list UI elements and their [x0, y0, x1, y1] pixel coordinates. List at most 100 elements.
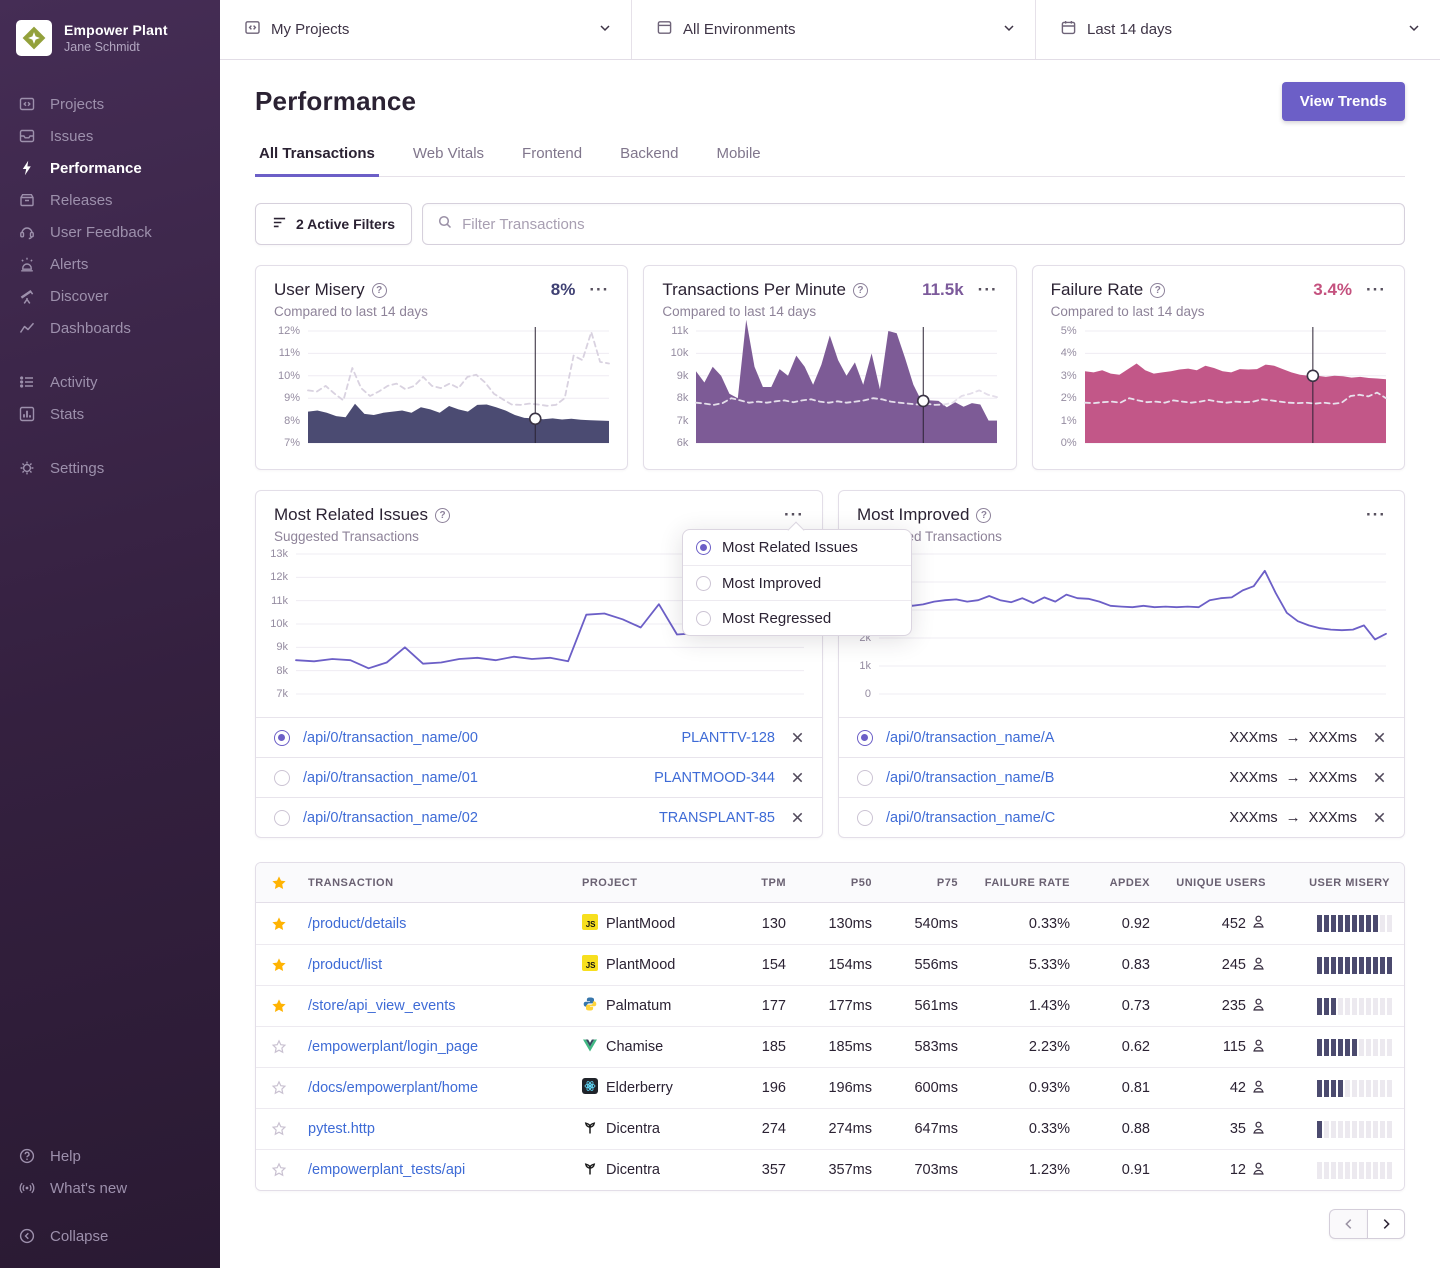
column-header[interactable]: PROJECT: [576, 877, 726, 889]
sidebar-item-stats[interactable]: Stats: [0, 398, 220, 430]
star-column-header[interactable]: [256, 875, 302, 891]
date-range-selector[interactable]: Last 14 days: [1036, 0, 1440, 59]
tab-backend[interactable]: Backend: [616, 137, 682, 177]
transaction-link[interactable]: /store/api_view_events: [308, 998, 456, 1014]
transaction-link[interactable]: /empowerplant_tests/api: [308, 1162, 465, 1178]
transaction-link[interactable]: pytest.http: [308, 1121, 375, 1137]
transaction-link[interactable]: /docs/empowerplant/home: [308, 1080, 478, 1096]
column-header[interactable]: UNIQUE USERS: [1156, 877, 1272, 889]
sidebar-item-label: Dashboards: [50, 320, 131, 337]
transaction-link[interactable]: /api/0/transaction_name/02: [303, 810, 478, 826]
sidebar-item-settings[interactable]: Settings: [0, 452, 220, 484]
menu-item-most-related-issues[interactable]: Most Related Issues: [683, 530, 911, 565]
sidebar-item-performance[interactable]: Performance: [0, 152, 220, 184]
radio-icon[interactable]: [274, 810, 290, 826]
close-icon[interactable]: [1373, 811, 1386, 824]
sidebar-item-activity[interactable]: Activity: [0, 366, 220, 398]
sidebar-item-issues[interactable]: Issues: [0, 120, 220, 152]
view-trends-button[interactable]: View Trends: [1282, 82, 1405, 121]
failure-rate-value: 5.33%: [964, 957, 1076, 973]
unique-users-value: 35: [1156, 1120, 1272, 1139]
active-filters-button[interactable]: 2 Active Filters: [255, 203, 412, 245]
star-toggle[interactable]: [256, 998, 302, 1014]
radio-icon[interactable]: [274, 770, 290, 786]
widget-menu-icon[interactable]: ···: [784, 510, 804, 520]
transaction-link[interactable]: /api/0/transaction_name/00: [303, 730, 478, 746]
sidebar-item-alerts[interactable]: Alerts: [0, 248, 220, 280]
tab-all-transactions[interactable]: All Transactions: [255, 137, 379, 177]
card-menu-icon[interactable]: ···: [1366, 285, 1386, 295]
tab-mobile[interactable]: Mobile: [712, 137, 764, 177]
transaction-link[interactable]: /empowerplant/login_page: [308, 1039, 478, 1055]
sidebar-item-what-s-new[interactable]: What's new: [0, 1172, 220, 1204]
star-toggle[interactable]: [256, 1080, 302, 1096]
card-value: 3.4%: [1313, 280, 1352, 300]
environment-selector[interactable]: All Environments: [632, 0, 1036, 59]
radio-icon[interactable]: [274, 730, 290, 746]
column-header[interactable]: P75: [878, 877, 964, 889]
sidebar-item-collapse[interactable]: Collapse: [0, 1220, 220, 1252]
issue-link[interactable]: TRANSPLANT-85: [659, 810, 775, 826]
failure-rate-value: 0.93%: [964, 1080, 1076, 1096]
transaction-link[interactable]: /api/0/transaction_name/A: [886, 730, 1054, 746]
column-header[interactable]: USER MISERY: [1272, 877, 1404, 889]
help-icon[interactable]: ?: [372, 283, 387, 298]
star-toggle[interactable]: [256, 916, 302, 932]
next-page-button[interactable]: [1367, 1209, 1405, 1239]
sidebar-item-help[interactable]: Help: [0, 1140, 220, 1172]
radio-icon[interactable]: [696, 540, 711, 555]
close-icon[interactable]: [1373, 771, 1386, 784]
radio-icon[interactable]: [857, 770, 873, 786]
card-menu-icon[interactable]: ···: [978, 285, 998, 295]
sidebar-item-projects[interactable]: Projects: [0, 88, 220, 120]
sidebar-item-dashboards[interactable]: Dashboards: [0, 312, 220, 344]
transaction-link[interactable]: /api/0/transaction_name/B: [886, 770, 1054, 786]
tab-frontend[interactable]: Frontend: [518, 137, 586, 177]
transaction-link[interactable]: /product/list: [308, 957, 382, 973]
org-switcher[interactable]: Empower Plant Jane Schmidt: [0, 14, 220, 62]
radio-icon[interactable]: [857, 810, 873, 826]
column-header[interactable]: P50: [792, 877, 878, 889]
close-icon[interactable]: [791, 811, 804, 824]
user-icon: [1251, 956, 1266, 975]
radio-icon[interactable]: [696, 576, 711, 591]
close-icon[interactable]: [791, 771, 804, 784]
transaction-link[interactable]: /api/0/transaction_name/C: [886, 810, 1055, 826]
issue-link[interactable]: PLANTMOOD-344: [654, 770, 775, 786]
project-selector[interactable]: My Projects: [220, 0, 632, 59]
close-icon[interactable]: [791, 731, 804, 744]
card-menu-icon[interactable]: ···: [589, 285, 609, 295]
issue-link[interactable]: PLANTTV-128: [682, 730, 776, 746]
radio-icon[interactable]: [857, 730, 873, 746]
menu-item-most-regressed[interactable]: Most Regressed: [683, 600, 911, 635]
help-icon[interactable]: ?: [1150, 283, 1165, 298]
menu-item-most-improved[interactable]: Most Improved: [683, 565, 911, 600]
sidebar-item-releases[interactable]: Releases: [0, 184, 220, 216]
close-icon[interactable]: [1373, 731, 1386, 744]
column-header[interactable]: TPM: [726, 877, 792, 889]
transaction-search[interactable]: [422, 203, 1405, 245]
previous-page-button[interactable]: [1329, 1209, 1367, 1239]
transaction-link[interactable]: /api/0/transaction_name/01: [303, 770, 478, 786]
widget-menu-icon[interactable]: ···: [1366, 510, 1386, 520]
star-toggle[interactable]: [256, 1162, 302, 1178]
sidebar-item-label: Projects: [50, 96, 104, 113]
sidebar-item-discover[interactable]: Discover: [0, 280, 220, 312]
project-cell: Dicentra: [576, 1160, 726, 1180]
column-header[interactable]: FAILURE RATE: [964, 877, 1076, 889]
transaction-link[interactable]: /product/details: [308, 916, 406, 932]
search-input[interactable]: [462, 216, 1390, 233]
tab-web-vitals[interactable]: Web Vitals: [409, 137, 488, 177]
star-toggle[interactable]: [256, 957, 302, 973]
star-toggle[interactable]: [256, 1121, 302, 1137]
star-toggle[interactable]: [256, 1039, 302, 1055]
column-header[interactable]: TRANSACTION: [302, 877, 576, 889]
help-icon[interactable]: ?: [435, 508, 450, 523]
radio-icon[interactable]: [696, 611, 711, 626]
help-icon[interactable]: ?: [976, 508, 991, 523]
column-header[interactable]: APDEX: [1076, 877, 1156, 889]
p50-value: 274ms: [792, 1121, 878, 1137]
help-icon[interactable]: ?: [853, 283, 868, 298]
sidebar-item-user-feedback[interactable]: User Feedback: [0, 216, 220, 248]
table-row: /product/listJSPlantMood154154ms556ms5.3…: [256, 944, 1404, 985]
